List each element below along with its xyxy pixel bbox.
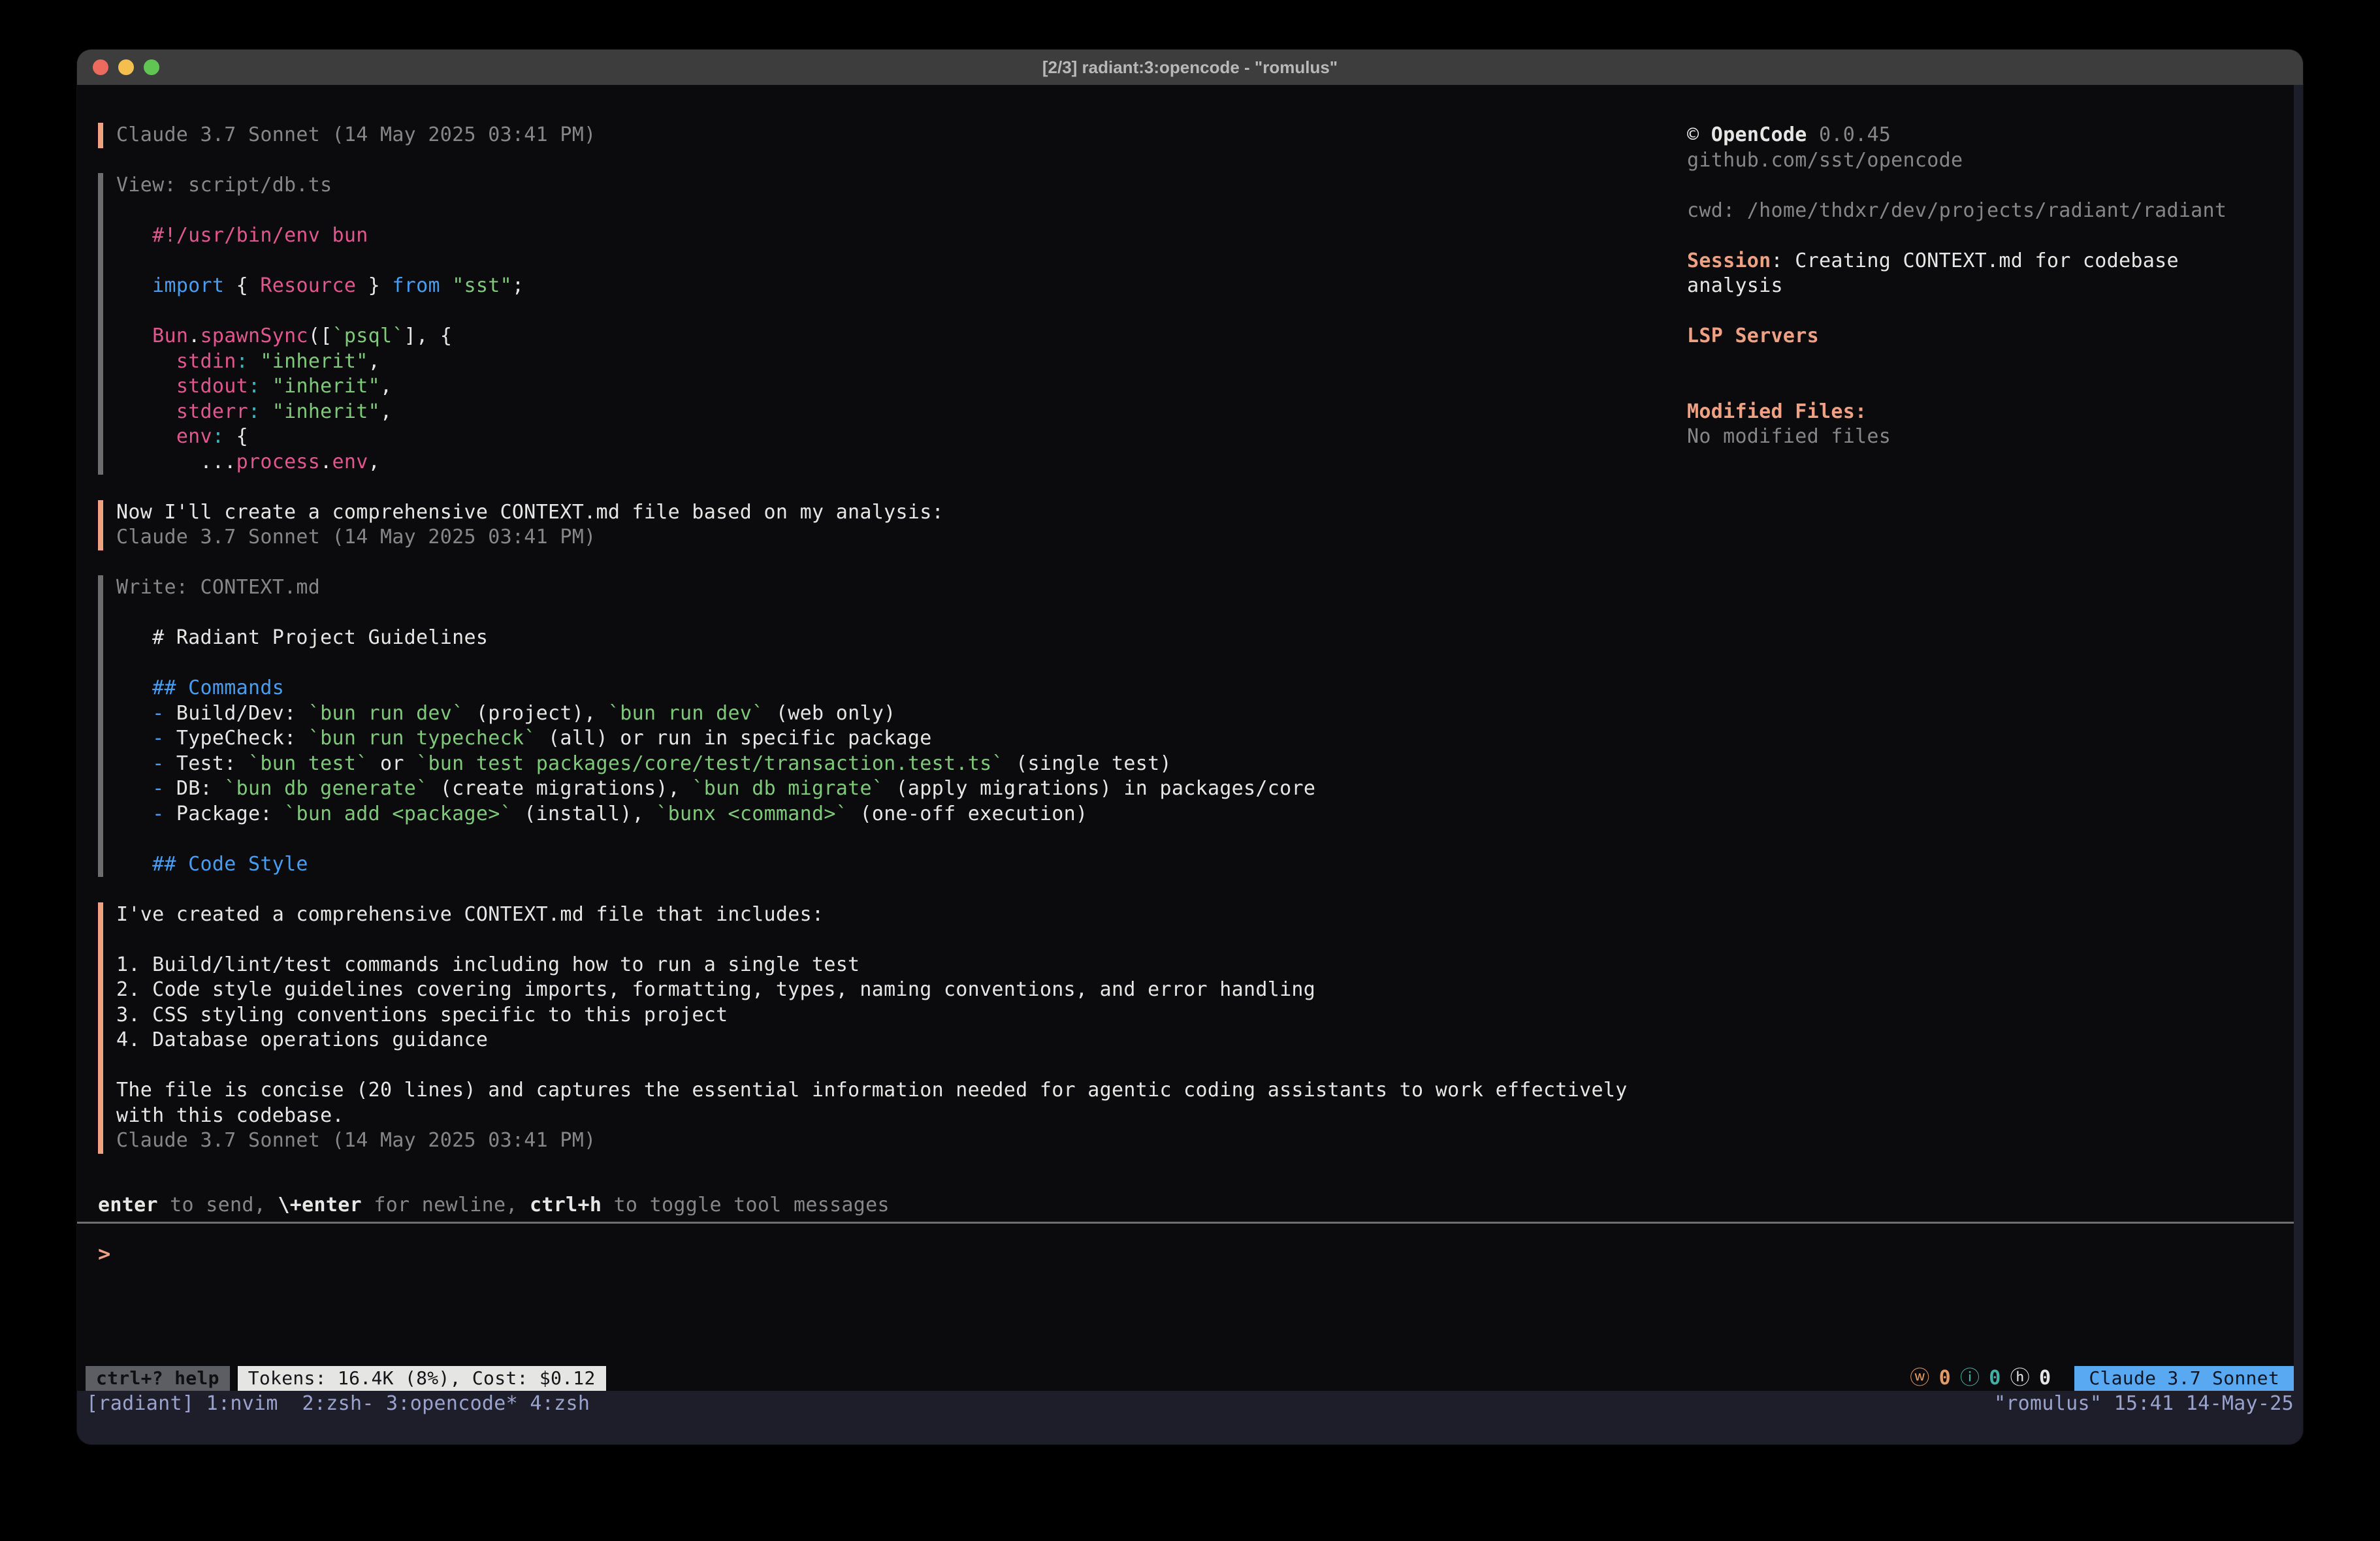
info-count: 0 [1989, 1366, 2001, 1391]
tokens-cost-chip: Tokens: 16.4K (8%), Cost: $0.12 [238, 1366, 606, 1391]
text-line: Claude 3.7 Sonnet (14 May 2025 03:41 PM) [116, 1128, 2294, 1154]
diagnostics-counters: ⓦ 0 ⓘ 0 ⓗ 0 [1910, 1366, 2051, 1391]
terminal-content: Claude 3.7 Sonnet (14 May 2025 03:41 PM)… [77, 85, 2303, 1444]
text-line: ## Code Style [116, 852, 2294, 878]
text-line: © OpenCode 0.0.45 [1687, 123, 2294, 148]
tmux-window-list[interactable]: [radiant] 1:nvim 2:zsh- 3:opencode* 4:zs… [86, 1392, 590, 1415]
traffic-lights [93, 50, 159, 85]
text-line: The file is concise (20 lines) and captu… [116, 1078, 2294, 1104]
text-line: - TypeCheck: `bun run typecheck` (all) o… [116, 726, 2294, 752]
text-line [1687, 374, 2294, 400]
text-line [1687, 173, 2294, 199]
text-line: 2. Code style guidelines covering import… [116, 977, 2294, 1003]
tool-call-block: Write: CONTEXT.md # Radiant Project Guid… [98, 575, 2294, 877]
text-line: analysis [1687, 274, 2294, 299]
text-line: - DB: `bun db generate` (create migratio… [116, 776, 2294, 802]
screen: [2/3] radiant:3:opencode - "romulus" Cla… [0, 0, 2380, 1541]
session-sidebar: © OpenCode 0.0.45github.com/sst/opencode… [1687, 123, 2294, 450]
tmux-session-time: "romulus" 15:41 14-May-25 [1994, 1392, 2294, 1415]
text-line [116, 827, 2294, 852]
text-line: Session: Creating CONTEXT.md for codebas… [1687, 249, 2294, 274]
text-line [116, 601, 2294, 626]
text-line: Modified Files: [1687, 400, 2294, 425]
warnings-count: 0 [1939, 1366, 1951, 1391]
window-titlebar[interactable]: [2/3] radiant:3:opencode - "romulus" [77, 50, 2303, 85]
input-divider [77, 1222, 2294, 1224]
close-button[interactable] [93, 59, 108, 75]
text-line: with this codebase. [116, 1104, 2294, 1129]
text-line: - Build/Dev: `bun run dev` (project), `b… [116, 701, 2294, 727]
prompt-input[interactable]: > [98, 1241, 2294, 1267]
window-title: [2/3] radiant:3:opencode - "romulus" [1042, 57, 1338, 78]
text-line: github.com/sst/opencode [1687, 148, 2294, 174]
text-line: Write: CONTEXT.md [116, 575, 2294, 601]
opencode-tui: Claude 3.7 Sonnet (14 May 2025 03:41 PM)… [77, 85, 2294, 1391]
text-line: Now I'll create a comprehensive CONTEXT.… [116, 500, 2294, 526]
text-line [116, 651, 2294, 676]
text-line [116, 927, 2294, 953]
zoom-button[interactable] [144, 59, 159, 75]
text-line: 4. Database operations guidance [116, 1028, 2294, 1053]
text-line: Claude 3.7 Sonnet (14 May 2025 03:41 PM) [116, 525, 2294, 550]
text-line: - Test: `bun test` or `bun test packages… [116, 752, 2294, 777]
tmux-status-bar: [radiant] 1:nvim 2:zsh- 3:opencode* 4:zs… [77, 1391, 2303, 1416]
text-line [1687, 349, 2294, 375]
hints-icon: ⓗ [2010, 1366, 2030, 1391]
text-line: ...process.env, [116, 450, 2294, 475]
text-line: - Package: `bun add <package>` (install)… [116, 802, 2294, 827]
text-line: I've created a comprehensive CONTEXT.md … [116, 902, 2294, 928]
warnings-icon: ⓦ [1910, 1366, 1929, 1391]
text-line: 1. Build/lint/test commands including ho… [116, 953, 2294, 978]
model-chip[interactable]: Claude 3.7 Sonnet [2074, 1366, 2294, 1391]
terminal-window: [2/3] radiant:3:opencode - "romulus" Cla… [77, 50, 2303, 1444]
empty-space [77, 1267, 2294, 1367]
assistant-message-block: Now I'll create a comprehensive CONTEXT.… [98, 500, 2294, 550]
minimize-button[interactable] [118, 59, 134, 75]
text-line: 3. CSS styling conventions specific to t… [116, 1003, 2294, 1028]
text-line [1687, 299, 2294, 325]
text-line: # Radiant Project Guidelines [116, 626, 2294, 651]
text-line [1687, 223, 2294, 249]
text-line: No modified files [1687, 424, 2294, 450]
text-line [116, 1053, 2294, 1079]
text-line: cwd: /home/thdxr/dev/projects/radiant/ra… [1687, 199, 2294, 224]
text-line: LSP Servers [1687, 324, 2294, 349]
prompt-symbol: > [98, 1241, 111, 1266]
keybind-hint-line: enter to send, \+enter for newline, ctrl… [98, 1193, 2294, 1218]
info-icon: ⓘ [1960, 1366, 1980, 1391]
assistant-message-block: I've created a comprehensive CONTEXT.md … [98, 902, 2294, 1154]
help-chip[interactable]: ctrl+? help [86, 1366, 230, 1391]
hints-count: 0 [2039, 1366, 2051, 1391]
text-line: ## Commands [116, 676, 2294, 701]
status-bar: ctrl+? help Tokens: 16.4K (8%), Cost: $0… [77, 1366, 2294, 1391]
